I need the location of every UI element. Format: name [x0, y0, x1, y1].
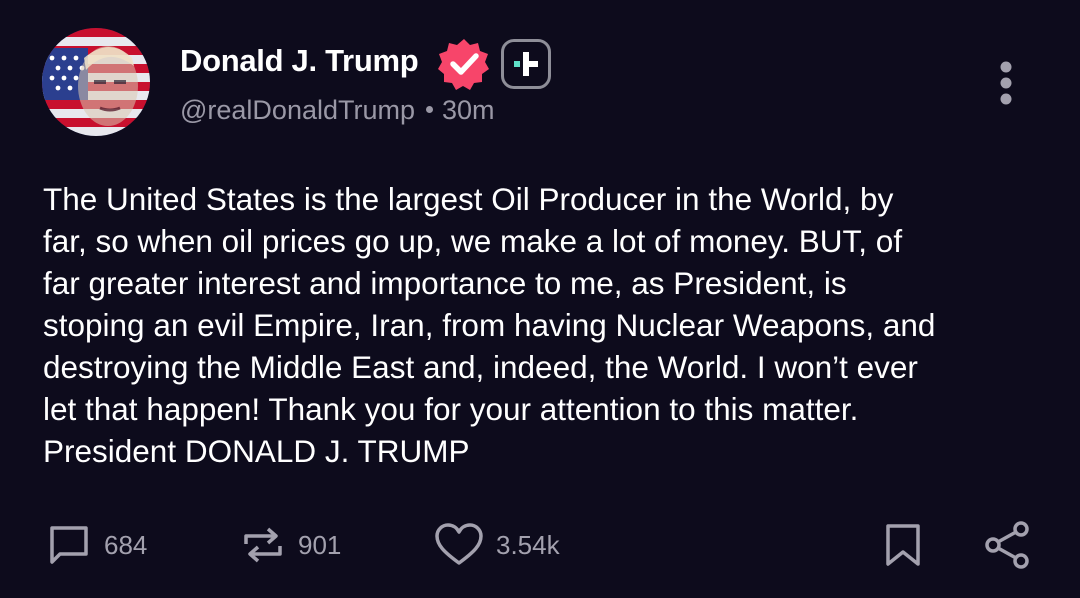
- author-meta: @realDonaldTrump 30m: [180, 95, 495, 126]
- reply-button[interactable]: 684: [46, 520, 147, 570]
- like-button[interactable]: 3.54k: [434, 520, 560, 570]
- avatar[interactable]: [42, 28, 150, 136]
- reply-count: 684: [104, 529, 148, 560]
- plus-badge-button[interactable]: [501, 39, 551, 89]
- more-options-button[interactable]: [996, 61, 1016, 107]
- comment-icon: [50, 526, 88, 564]
- more-vertical-icon: [1000, 61, 1012, 105]
- bookmark-button[interactable]: [883, 520, 923, 570]
- post-timestamp[interactable]: 30m: [442, 95, 495, 125]
- verified-badge-icon: [437, 37, 491, 91]
- like-count: 3.54k: [496, 529, 560, 560]
- share-icon: [985, 521, 1029, 569]
- bookmark-icon: [886, 524, 920, 566]
- author-display-name[interactable]: Donald J. Trump: [180, 43, 419, 79]
- post-body-text: The United States is the largest Oil Pro…: [43, 181, 936, 469]
- repost-icon: [244, 527, 282, 563]
- repost-button[interactable]: 901: [240, 520, 341, 570]
- heart-icon: [435, 523, 483, 565]
- author-handle[interactable]: @realDonaldTrump: [180, 95, 415, 125]
- flag-portrait-icon: [42, 28, 150, 136]
- plus-icon: [514, 52, 538, 76]
- share-button[interactable]: [984, 520, 1030, 570]
- separator-dot: [426, 106, 433, 114]
- repost-count: 901: [298, 529, 342, 560]
